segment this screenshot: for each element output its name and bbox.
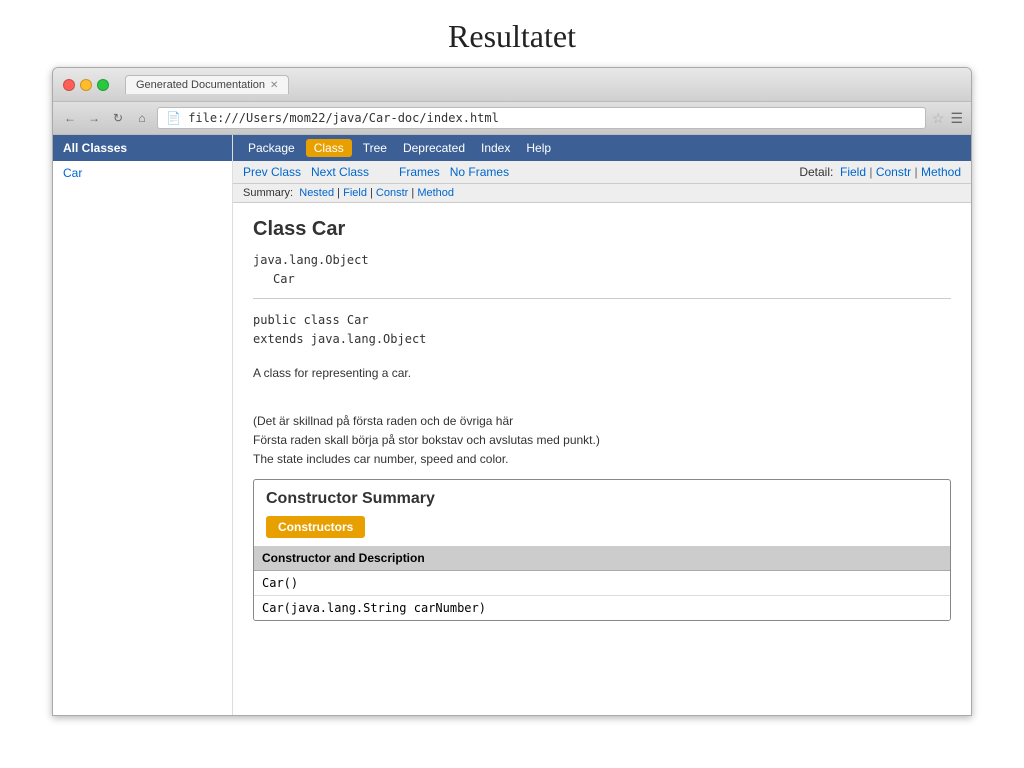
maximize-button[interactable]	[97, 79, 109, 91]
constructor-summary-box: Constructor Summary Constructors Constru…	[253, 479, 951, 621]
browser-window: Generated Documentation ✕ ← → ↻ ⌂ 📄 file…	[52, 67, 972, 716]
constructor-table-header: Constructor and Description	[254, 546, 950, 571]
detail-links: Detail: Field | Constr | Method	[799, 165, 961, 179]
constructor-row-2: Car(java.lang.String carNumber)	[254, 596, 950, 621]
browser-content: All Classes Car Package Class Tree Depre…	[53, 135, 971, 715]
table-row: Car(java.lang.String carNumber)	[254, 596, 950, 621]
nav-package[interactable]: Package	[243, 139, 300, 157]
nav-tree[interactable]: Tree	[358, 139, 392, 157]
next-class-link[interactable]: Next Class	[311, 165, 369, 179]
class-hierarchy-parent: java.lang.Object	[253, 253, 951, 267]
prev-class-link[interactable]: Prev Class	[243, 165, 301, 179]
summary-label: Summary:	[243, 187, 293, 199]
class-body: Class Car java.lang.Object Car public cl…	[233, 203, 971, 646]
reload-button[interactable]: ↻	[109, 109, 127, 127]
address-text: file:///Users/mom22/java/Car-doc/index.h…	[188, 111, 499, 125]
no-frames-link[interactable]: No Frames	[450, 165, 509, 179]
nav-deprecated[interactable]: Deprecated	[398, 139, 470, 157]
traffic-lights	[63, 79, 109, 91]
signature-line2: extends java.lang.Object	[253, 332, 426, 346]
sidebar-header: All Classes	[53, 135, 232, 161]
main-content: Package Class Tree Deprecated Index Help…	[233, 135, 971, 715]
class-title: Class Car	[253, 218, 951, 241]
class-hierarchy-child: Car	[253, 272, 951, 286]
close-button[interactable]	[63, 79, 75, 91]
summary-field[interactable]: Field	[343, 187, 367, 199]
browser-tab[interactable]: Generated Documentation ✕	[125, 75, 289, 94]
signature-line1: public class Car	[253, 313, 369, 327]
tab-close-icon[interactable]: ✕	[270, 80, 278, 91]
page-title: Resultatet	[0, 0, 1024, 67]
detail-constr[interactable]: Constr	[876, 165, 911, 179]
detail-field[interactable]: Field	[840, 165, 866, 179]
menu-icon[interactable]: ☰	[950, 110, 963, 127]
javadoc-navbar: Package Class Tree Deprecated Index Help	[233, 135, 971, 161]
class-description-1: A class for representing a car.	[253, 364, 951, 383]
summary-nested[interactable]: Nested	[299, 187, 334, 199]
home-button[interactable]: ⌂	[133, 109, 151, 127]
class-divider	[253, 298, 951, 299]
detail-method[interactable]: Method	[921, 165, 961, 179]
summary-constr[interactable]: Constr	[376, 187, 408, 199]
browser-tab-bar: Generated Documentation ✕	[125, 75, 289, 94]
forward-button[interactable]: →	[85, 109, 103, 127]
class-description-2: (Det är skillnad på första raden och de …	[253, 412, 951, 470]
address-bar[interactable]: 📄 file:///Users/mom22/java/Car-doc/index…	[157, 107, 926, 129]
nav-index[interactable]: Index	[476, 139, 515, 157]
desc-line4: The state includes car number, speed and…	[253, 452, 509, 466]
table-row: Car()	[254, 571, 950, 596]
frames-link[interactable]: Frames	[399, 165, 440, 179]
sidebar-item-car[interactable]: Car	[53, 161, 232, 185]
javadoc-summary: Summary: Nested | Field | Constr | Metho…	[233, 184, 971, 203]
desc-line3: Första raden skall börja på stor bokstav…	[253, 433, 600, 447]
constructor-table: Constructor and Description Car() Car(ja…	[254, 546, 950, 620]
nav-help[interactable]: Help	[521, 139, 556, 157]
bookmark-icon[interactable]: ☆	[932, 110, 945, 127]
browser-nav: ← → ↻ ⌂ 📄 file:///Users/mom22/java/Car-d…	[53, 102, 971, 135]
back-button[interactable]: ←	[61, 109, 79, 127]
class-signature: public class Car extends java.lang.Objec…	[253, 311, 951, 349]
javadoc-subbar: Prev Class Next Class Frames No Frames D…	[233, 161, 971, 184]
desc-line2: (Det är skillnad på första raden och de …	[253, 414, 513, 428]
minimize-button[interactable]	[80, 79, 92, 91]
sidebar: All Classes Car	[53, 135, 233, 715]
file-icon: 📄	[166, 111, 181, 125]
browser-titlebar: Generated Documentation ✕	[53, 68, 971, 102]
constructor-summary-title: Constructor Summary	[254, 480, 950, 516]
tab-title: Generated Documentation	[136, 79, 265, 91]
constructors-tab[interactable]: Constructors	[266, 516, 365, 538]
nav-class[interactable]: Class	[306, 139, 352, 157]
constructor-row-1: Car()	[254, 571, 950, 596]
detail-label: Detail:	[799, 165, 833, 179]
summary-method[interactable]: Method	[417, 187, 454, 199]
